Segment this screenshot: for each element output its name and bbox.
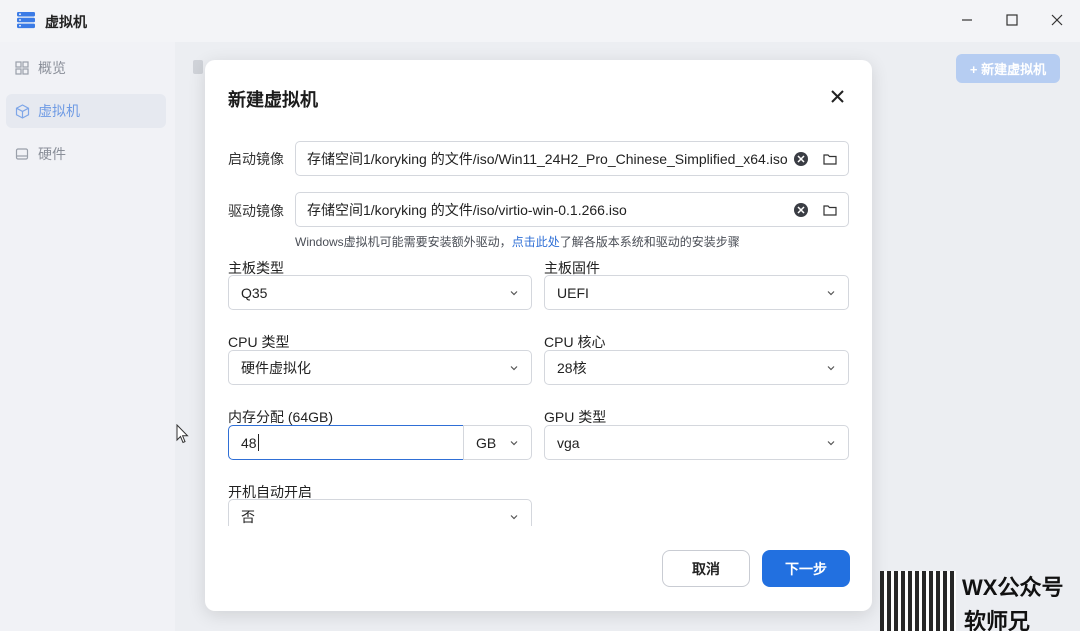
clear-icon[interactable]: [794, 203, 808, 217]
drive-icon: [14, 146, 30, 162]
qr-code-image: [880, 571, 956, 631]
next-button[interactable]: 下一步: [762, 550, 850, 587]
autostart-value: 否: [241, 508, 255, 525]
sidebar-item-hardware[interactable]: 硬件: [6, 137, 166, 171]
app-title: 虚拟机: [45, 14, 87, 30]
autostart-clip: 否: [228, 499, 532, 526]
board-type-select[interactable]: Q35: [228, 275, 532, 310]
mouse-cursor-icon: [176, 424, 189, 444]
folder-icon[interactable]: [823, 152, 837, 166]
driver-hint: Windows虚拟机可能需要安装额外驱动，点击此处了解各版本系统和驱动的安装步骤: [295, 233, 740, 250]
memory-unit-select[interactable]: GB: [463, 425, 532, 460]
chevron-down-icon: [510, 515, 518, 520]
memory-label: 内存分配 (64GB): [228, 409, 334, 425]
cpu-type-value: 硬件虚拟化: [241, 359, 311, 376]
memory-unit-value: GB: [476, 434, 497, 451]
memory-value: 48: [241, 434, 257, 451]
gpu-type-label: GPU 类型: [544, 409, 607, 425]
watermark-line2: 软师兄: [964, 609, 1031, 631]
chevron-down-icon: [510, 366, 518, 371]
new-vm-button[interactable]: + 新建虚拟机: [956, 54, 1060, 83]
cpu-type-label: CPU 类型: [228, 334, 290, 350]
chevron-down-icon: [510, 291, 518, 296]
firmware-select[interactable]: UEFI: [544, 275, 849, 310]
grid-icon: [14, 60, 30, 76]
cpu-cores-select[interactable]: 28核: [544, 350, 849, 385]
title-bar: 虚拟机: [0, 0, 1080, 42]
close-icon: [1051, 14, 1063, 26]
sidebar-item-label: 概览: [38, 60, 66, 76]
driver-image-field[interactable]: 存储空间1/koryking 的文件/iso/virtio-win-0.1.26…: [295, 192, 849, 227]
chevron-down-icon: [827, 366, 835, 371]
firmware-value: UEFI: [557, 284, 589, 301]
text-caret: [257, 434, 259, 451]
new-vm-dialog: 新建虚拟机 启动镜像 存储空间1/koryking 的文件/iso/Win11_…: [205, 60, 872, 611]
chevron-down-icon: [827, 291, 835, 296]
chevron-down-icon: [827, 441, 835, 446]
cancel-button[interactable]: 取消: [662, 550, 750, 587]
driver-image-path: 存储空间1/koryking 的文件/iso/virtio-win-0.1.26…: [307, 201, 627, 218]
boot-image-field[interactable]: 存储空间1/koryking 的文件/iso/Win11_24H2_Pro_Ch…: [295, 141, 849, 176]
cpu-cores-value: 28核: [557, 359, 587, 376]
maximize-icon: [1006, 14, 1018, 26]
memory-input[interactable]: 48: [228, 425, 464, 460]
driver-image-label: 驱动镜像: [228, 203, 284, 219]
gpu-type-value: vga: [557, 434, 580, 451]
gpu-type-select[interactable]: vga: [544, 425, 849, 460]
close-icon: [830, 89, 844, 103]
hint-link[interactable]: 点击此处: [512, 235, 560, 249]
boot-image-label: 启动镜像: [228, 151, 284, 167]
cube-icon: [14, 103, 30, 119]
sidebar: 概览 虚拟机 硬件: [0, 42, 175, 631]
watermark-line1: WX公众号: [962, 575, 1064, 600]
board-type-value: Q35: [241, 284, 268, 301]
server-stack-icon: [17, 12, 35, 29]
folder-icon[interactable]: [823, 203, 837, 217]
dialog-close-button[interactable]: [826, 85, 848, 107]
cpu-type-select[interactable]: 硬件虚拟化: [228, 350, 532, 385]
hint-suffix: 了解各版本系统和驱动的安装步骤: [559, 235, 740, 249]
dialog-title: 新建虚拟机: [228, 90, 318, 110]
main-header-icon: [193, 60, 203, 74]
minimize-button[interactable]: [944, 0, 990, 40]
sidebar-item-vm[interactable]: 虚拟机: [6, 94, 166, 128]
chevron-down-icon: [510, 441, 518, 446]
sidebar-item-label: 虚拟机: [38, 103, 80, 119]
maximize-button[interactable]: [989, 0, 1035, 40]
boot-image-path: 存储空间1/koryking 的文件/iso/Win11_24H2_Pro_Ch…: [307, 150, 788, 167]
cpu-cores-label: CPU 核心: [544, 334, 606, 350]
sidebar-item-label: 硬件: [38, 146, 66, 162]
close-window-button[interactable]: [1034, 0, 1080, 40]
hint-prefix: Windows虚拟机可能需要安装额外驱动，: [295, 235, 512, 249]
minimize-icon: [962, 19, 972, 21]
sidebar-item-overview[interactable]: 概览: [6, 51, 166, 85]
clear-icon[interactable]: [794, 152, 808, 166]
autostart-select[interactable]: 否: [228, 499, 532, 526]
